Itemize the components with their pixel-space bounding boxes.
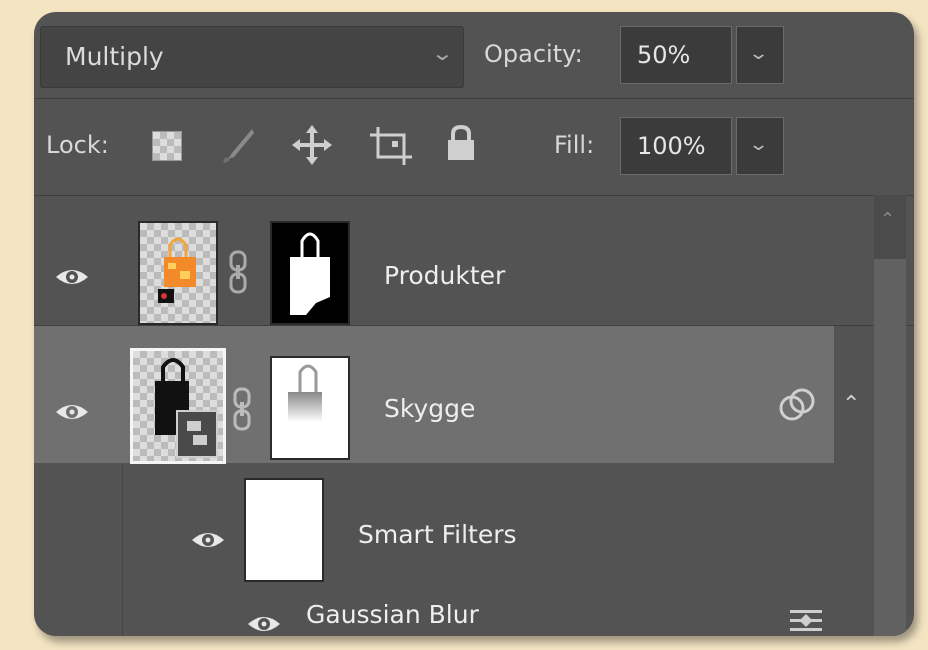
layer-mask-thumbnail[interactable] (270, 356, 350, 460)
layers-scrollbar[interactable]: ⌃ (874, 195, 906, 636)
eye-icon[interactable] (54, 400, 90, 424)
blend-mode-dropdown[interactable]: Multiply ⌄ (40, 26, 464, 88)
layer-thumbnail[interactable] (130, 348, 226, 464)
smart-filters-label[interactable]: Smart Filters (358, 520, 517, 549)
opacity-value: 50% (637, 41, 691, 69)
chevron-down-icon: ⌄ (747, 43, 770, 64)
mask-shape-icon (288, 364, 322, 442)
scroll-up-icon[interactable]: ⌃ (880, 209, 895, 230)
blend-options-bar: Multiply ⌄ Opacity: 50% ⌄ (34, 12, 914, 99)
product-image-icon (158, 237, 196, 303)
filter-blending-options-icon[interactable] (786, 606, 826, 636)
lock-image-pixels-icon[interactable] (218, 125, 258, 165)
smart-filters-row[interactable]: Smart Filters (34, 464, 914, 582)
link-icon[interactable] (228, 249, 248, 295)
layer-thumbnail[interactable] (138, 221, 218, 325)
blend-mode-value: Multiply (65, 42, 164, 71)
fill-value: 100% (637, 132, 706, 160)
smart-filter-icon[interactable] (778, 388, 816, 422)
chevron-up-icon[interactable]: ⌃ (842, 392, 860, 417)
link-icon[interactable] (232, 386, 252, 432)
layer-mask-thumbnail[interactable] (270, 221, 350, 325)
filter-name[interactable]: Gaussian Blur (306, 600, 479, 629)
lock-options-bar: Lock: Fill: 100% ⌄ (34, 99, 914, 196)
mask-shape-icon (290, 232, 330, 315)
eye-icon[interactable] (190, 528, 226, 552)
eye-icon[interactable] (54, 265, 90, 289)
layer-name[interactable]: Produkter (384, 261, 505, 290)
fill-label: Fill: (554, 131, 595, 159)
chevron-down-icon: ⌄ (747, 134, 770, 155)
fill-dropdown-button[interactable]: ⌄ (736, 117, 784, 175)
scrollbar-thumb[interactable] (874, 259, 906, 636)
layer-name[interactable]: Skygge (384, 394, 475, 423)
opacity-field[interactable]: 50% (620, 26, 732, 84)
layer-row[interactable]: Produkter (34, 195, 914, 326)
filter-row[interactable]: Gaussian Blur (34, 572, 914, 636)
lock-label: Lock: (46, 131, 109, 159)
eye-icon[interactable] (246, 612, 282, 636)
lock-position-icon[interactable] (290, 123, 334, 167)
smart-filter-mask-thumbnail[interactable] (244, 478, 324, 582)
lock-all-icon[interactable] (444, 123, 478, 163)
layer-row-selected[interactable]: Skygge ⌃ (34, 326, 860, 464)
opacity-dropdown-button[interactable]: ⌄ (736, 26, 784, 84)
lock-artboard-icon[interactable] (368, 123, 414, 167)
opacity-label: Opacity: (484, 40, 583, 68)
shadow-image-icon (155, 358, 218, 458)
lock-transparent-pixels-icon[interactable] (152, 131, 182, 161)
layers-panel: Multiply ⌄ Opacity: 50% ⌄ Lock: Fill: 10… (34, 12, 914, 636)
fill-field[interactable]: 100% (620, 117, 732, 175)
chevron-down-icon: ⌄ (430, 41, 455, 65)
